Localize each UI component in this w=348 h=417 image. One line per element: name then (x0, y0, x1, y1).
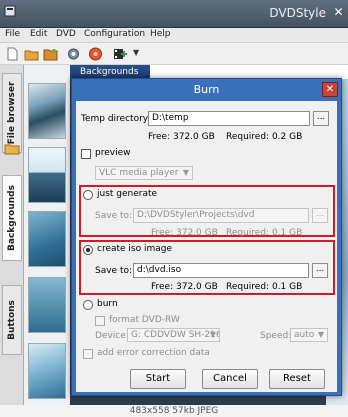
speed-select[interactable]: auto ▼ (290, 328, 328, 342)
temp-free-text: Free: 372.0 GB (148, 132, 215, 142)
menu-help[interactable]: Help (150, 29, 171, 39)
speed-label: Speed: (260, 331, 292, 341)
backgrounds-header: Backgrounds (70, 65, 150, 79)
burn-label: burn (97, 299, 118, 309)
burn-dialog: Burn ✕ Temp directory: D:\temp ... Free:… (71, 78, 342, 396)
add-menu-icon[interactable] (112, 47, 127, 61)
temp-directory-input[interactable]: D:\temp (148, 111, 310, 126)
just-generate-path-input[interactable]: D:\DVDStyler\Projects\dvd (133, 208, 309, 223)
just-generate-required-text: Required: 0.1 GB (226, 228, 303, 238)
chevron-down-icon: ▼ (317, 330, 324, 339)
temp-directory-browse-button[interactable]: ... (313, 111, 329, 126)
cancel-button[interactable]: Cancel (202, 369, 258, 389)
burn-icon[interactable] (88, 47, 103, 61)
app-title: DVDStyle (269, 6, 326, 20)
preview-player-select[interactable]: VLC media player ▼ (95, 166, 193, 180)
error-correction-checkbox[interactable] (83, 349, 93, 359)
menu-dvd[interactable]: DVD (56, 29, 76, 39)
open-folder-icon[interactable] (24, 47, 39, 61)
temp-directory-label: Temp directory: (81, 114, 151, 124)
tab-file-browser[interactable]: File browser (2, 73, 22, 153)
format-dvdrw-checkbox[interactable] (95, 316, 105, 326)
iso-required-text: Required: 0.1 GB (226, 282, 303, 292)
preview-checkbox[interactable] (81, 149, 91, 159)
just-generate-free-text: Free: 372.0 GB (151, 228, 218, 238)
menu-file[interactable]: File (5, 29, 20, 39)
dialog-close-icon[interactable]: ✕ (322, 82, 338, 97)
background-thumbnail[interactable] (28, 147, 66, 203)
new-file-icon[interactable] (5, 47, 20, 61)
image-info-bar: 483x558 57kb JPEG (0, 405, 348, 417)
burn-radio[interactable] (83, 300, 93, 310)
preview-label: preview (95, 148, 131, 158)
app-titlebar: DVDStyle ✕ (0, 0, 348, 28)
save-icon[interactable] (43, 47, 58, 61)
create-iso-radio[interactable] (83, 245, 93, 255)
dialog-body: Temp directory: D:\temp ... Free: 372.0 … (76, 101, 337, 392)
create-iso-label: create iso image (97, 244, 173, 254)
format-dvdrw-label: format DVD-RW (109, 315, 180, 325)
just-generate-save-to-label: Save to: (95, 211, 133, 221)
app-icon (4, 5, 16, 17)
iso-browse-button[interactable]: ... (312, 263, 328, 278)
iso-save-to-label: Save to: (95, 266, 133, 276)
start-button[interactable]: Start (130, 369, 186, 389)
just-generate-radio[interactable] (83, 190, 93, 200)
temp-required-text: Required: 0.2 GB (226, 132, 303, 142)
reset-button[interactable]: Reset (269, 369, 325, 389)
toolbar: ▼ (0, 43, 348, 65)
folder-icon (4, 144, 20, 155)
background-thumbnail[interactable] (28, 83, 66, 139)
tab-buttons[interactable]: Buttons (2, 285, 22, 355)
iso-path-input[interactable]: d:\dvd.iso (133, 263, 309, 278)
tab-backgrounds[interactable]: Backgrounds (2, 175, 22, 261)
menu-edit[interactable]: Edit (30, 29, 47, 39)
background-thumbnail[interactable] (28, 277, 66, 333)
add-menu-dropdown-icon[interactable]: ▼ (133, 48, 139, 57)
just-generate-browse-button[interactable]: ... (312, 208, 328, 223)
background-thumbnail[interactable] (28, 343, 66, 399)
error-correction-label: add error correction data (97, 348, 210, 358)
thumbnail-list (24, 65, 70, 405)
chevron-down-icon: ▼ (182, 168, 189, 177)
device-select[interactable]: G: CDDVDW SH-216BB ▼ (127, 328, 220, 342)
background-thumbnail[interactable] (28, 211, 66, 267)
chevron-down-icon: ▼ (209, 330, 216, 339)
dialog-title: Burn (193, 83, 220, 96)
device-label: Device: (95, 331, 129, 341)
menubar: File Edit DVD Configuration Help (0, 28, 348, 43)
just-generate-label: just generate (97, 189, 158, 199)
app-close-icon[interactable]: ✕ (331, 5, 346, 20)
menu-configuration[interactable]: Configuration (84, 29, 145, 39)
iso-free-text: Free: 372.0 GB (151, 282, 218, 292)
settings-icon[interactable] (66, 47, 81, 61)
side-tabs: File browser Backgrounds Buttons (0, 65, 24, 405)
